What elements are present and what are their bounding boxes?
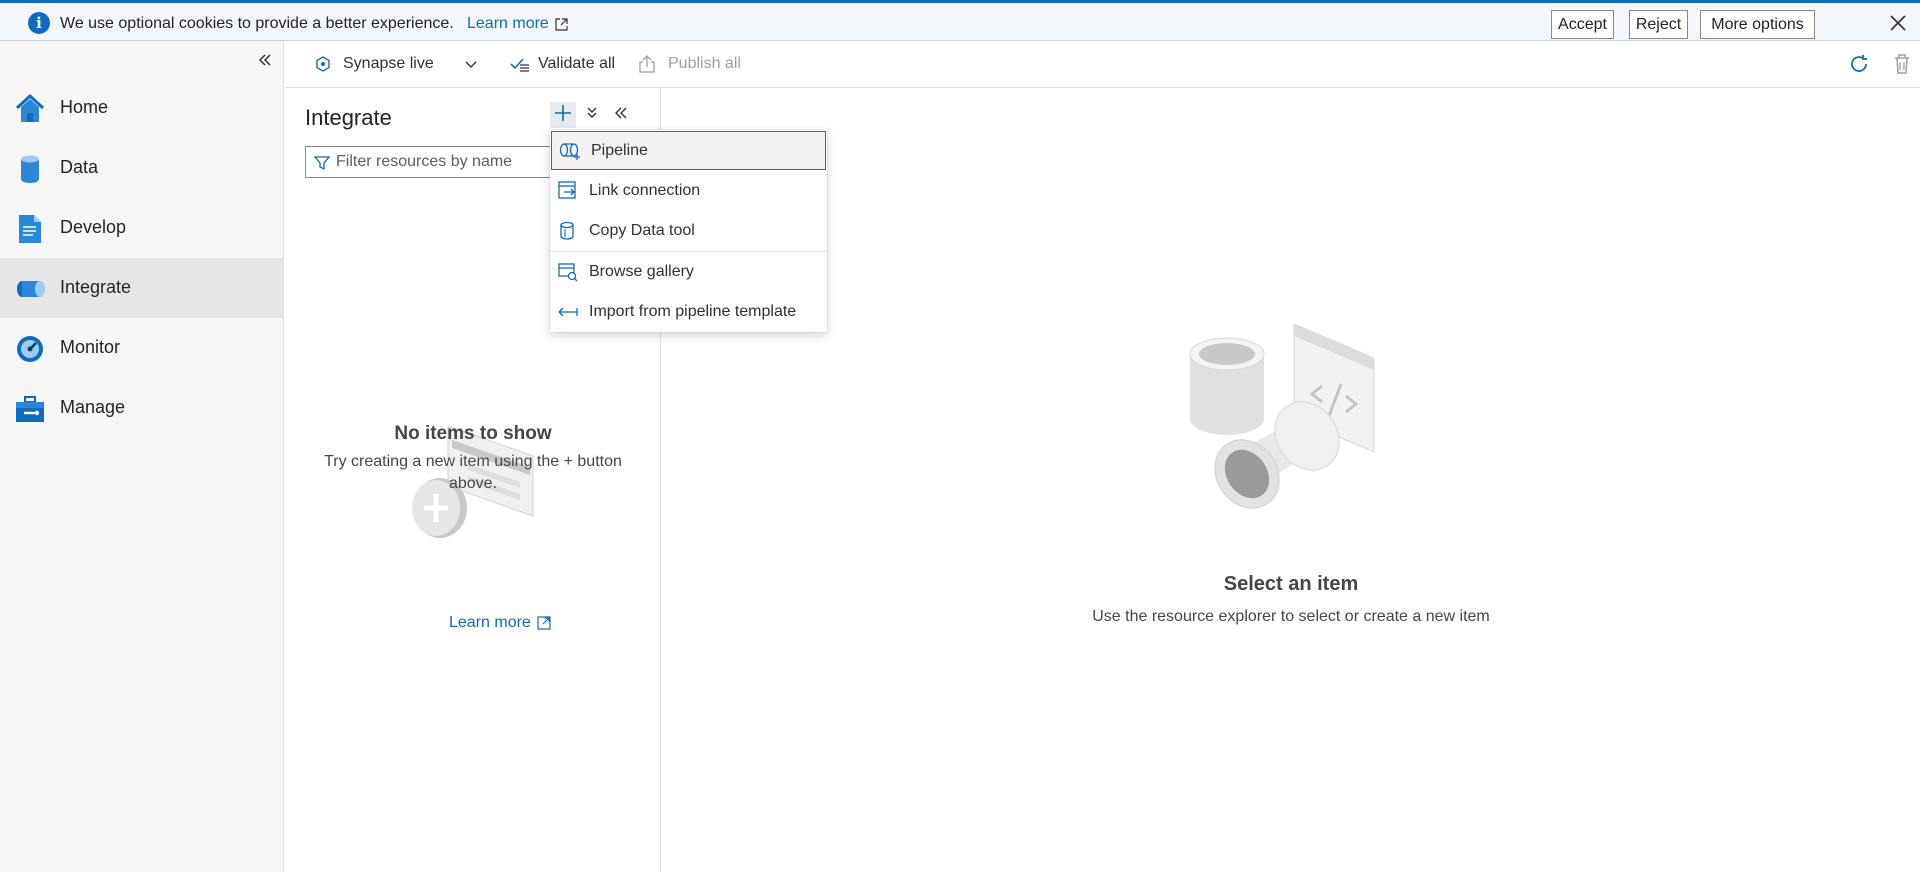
database-icon xyxy=(14,153,46,185)
main-empty-heading: Select an item xyxy=(1223,573,1359,595)
filter-icon xyxy=(313,155,331,171)
select-item-illustration xyxy=(1189,323,1389,546)
external-link-icon xyxy=(555,18,568,31)
external-link-icon xyxy=(537,616,551,630)
nav-item-integrate[interactable]: Integrate xyxy=(0,258,283,318)
nav-item-manage[interactable]: Manage xyxy=(0,378,283,438)
pane-empty-heading: No items to show xyxy=(394,423,552,444)
pane-learn-more-label: Learn more xyxy=(449,614,531,631)
cookie-learn-more-label: Learn more xyxy=(467,15,549,32)
nav-label-monitor: Monitor xyxy=(60,337,121,357)
import-icon xyxy=(558,302,578,322)
pane-empty-text: Try creating a new item using the + butt… xyxy=(285,451,661,495)
cookie-message: We use optional cookies to provide a bet… xyxy=(60,15,454,32)
refresh-icon[interactable] xyxy=(1848,53,1870,75)
pipeline-icon xyxy=(14,273,46,305)
validate-all-button[interactable]: Validate all xyxy=(510,55,615,73)
cookie-banner: i We use optional cookies to provide a b… xyxy=(0,0,1920,41)
toolbox-icon xyxy=(14,393,46,425)
synapse-icon xyxy=(315,56,331,72)
gallery-icon xyxy=(558,262,578,282)
copy-data-icon xyxy=(558,221,578,241)
link-connection-icon xyxy=(558,181,578,201)
filter-box[interactable] xyxy=(305,146,555,178)
main-empty-text: Use the resource explorer to select or c… xyxy=(1092,608,1490,625)
validate-icon xyxy=(510,55,530,73)
pane-empty-description: Try creating a new item using the + butt… xyxy=(324,453,622,492)
nav-label-develop: Develop xyxy=(60,217,127,237)
gauge-icon xyxy=(14,333,46,365)
menu-label-pipeline: Pipeline xyxy=(591,142,648,159)
plus-icon xyxy=(554,104,572,127)
menu-item-browse-gallery[interactable]: Browse gallery xyxy=(550,252,827,292)
menu-label-import-template: Import from pipeline template xyxy=(589,303,797,320)
toolbar: Synapse live Validate all Publish all xyxy=(285,41,1920,88)
pane-learn-more-link[interactable]: Learn more xyxy=(449,614,551,632)
reject-button[interactable]: Reject xyxy=(1629,10,1688,39)
menu-label-copy-data-tool: Copy Data tool xyxy=(589,222,695,239)
left-navigation: Home Data Develop Integrate Monitor Mana… xyxy=(0,41,284,872)
publish-icon xyxy=(638,55,656,73)
main-canvas: Select an item Use the resource explorer… xyxy=(662,88,1920,872)
menu-item-copy-data-tool[interactable]: Copy Data tool xyxy=(550,211,827,251)
accept-button[interactable]: Accept xyxy=(1551,10,1614,39)
menu-label-link-connection: Link connection xyxy=(589,182,701,199)
filter-input[interactable] xyxy=(336,151,546,173)
workspace-selector[interactable]: Synapse live xyxy=(315,55,478,73)
validate-all-label: Validate all xyxy=(538,55,616,72)
double-chevron-down-icon xyxy=(585,106,599,125)
pane-empty-state: No items to show Try creating a new item… xyxy=(285,423,661,495)
menu-item-import-template[interactable]: Import from pipeline template xyxy=(550,292,827,332)
collapse-nav-icon[interactable] xyxy=(258,51,272,72)
home-icon xyxy=(14,93,46,125)
workspace-label: Synapse live xyxy=(343,55,434,72)
menu-item-pipeline[interactable]: Pipeline xyxy=(551,131,826,170)
discard-icon[interactable] xyxy=(1891,53,1913,75)
pipeline-icon xyxy=(559,141,580,161)
close-icon[interactable] xyxy=(1888,13,1908,33)
cookie-learn-more-link[interactable]: Learn more xyxy=(467,15,568,33)
add-resource-menu: Pipeline Link connection Copy Data tool … xyxy=(550,130,827,332)
publish-all-button[interactable]: Publish all xyxy=(638,55,741,73)
nav-label-manage: Manage xyxy=(60,397,126,417)
pane-title: Integrate xyxy=(305,105,392,130)
nav-item-data[interactable]: Data xyxy=(0,138,283,198)
more-options-button[interactable]: More options xyxy=(1700,10,1815,39)
info-icon: i xyxy=(28,12,50,34)
add-new-resource-button[interactable] xyxy=(550,102,576,128)
menu-label-browse-gallery: Browse gallery xyxy=(589,263,694,280)
nav-item-monitor[interactable]: Monitor xyxy=(0,318,283,378)
nav-label-integrate: Integrate xyxy=(60,277,132,297)
publish-all-label: Publish all xyxy=(668,55,741,72)
menu-item-link-connection[interactable]: Link connection xyxy=(550,171,827,211)
nav-label-data: Data xyxy=(60,157,99,177)
nav-item-develop[interactable]: Develop xyxy=(0,198,283,258)
chevron-down-icon[interactable] xyxy=(464,57,478,71)
expand-all-button[interactable] xyxy=(579,102,605,128)
collapse-pane-button[interactable] xyxy=(608,102,634,128)
document-icon xyxy=(14,213,46,245)
nav-item-home[interactable]: Home xyxy=(0,78,283,138)
nav-label-home: Home xyxy=(60,97,109,117)
double-chevron-left-icon xyxy=(614,106,628,125)
